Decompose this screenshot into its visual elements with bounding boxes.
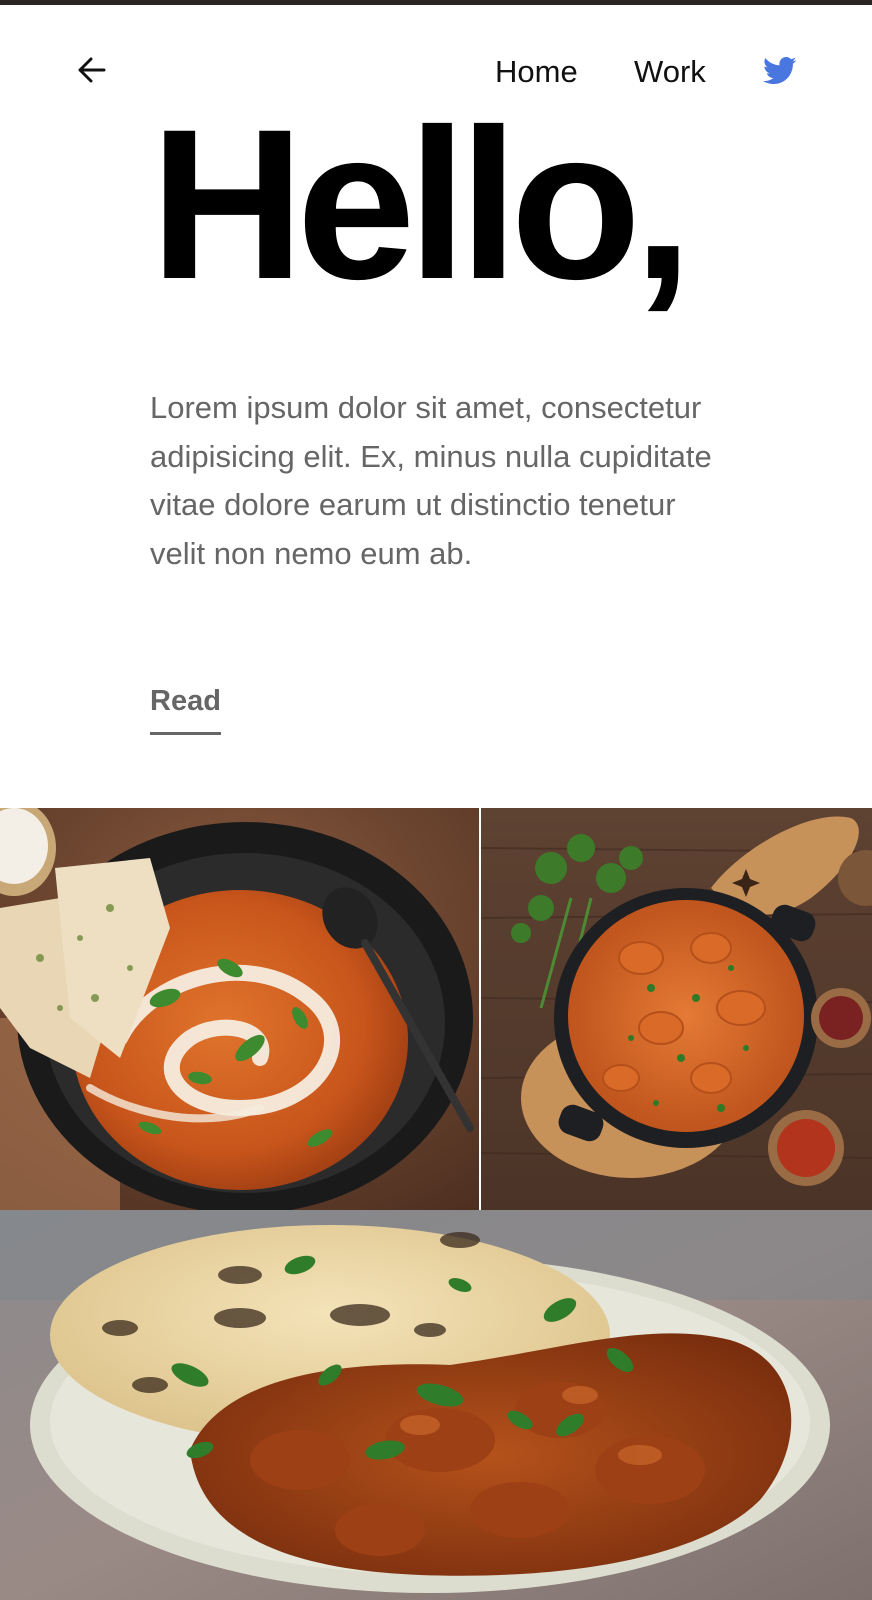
twitter-link[interactable] [763, 56, 797, 88]
gallery-image-curry-bowl [0, 808, 479, 1210]
gallery-image-curry-pot [481, 808, 872, 1210]
hero-title: Hello, [150, 85, 693, 324]
top-border [0, 0, 872, 5]
gallery-image-curry-plate [0, 1210, 872, 1600]
food-gallery [0, 808, 872, 1600]
page: Home Work Hello, Lorem ipsum dolor sit a… [0, 0, 872, 1600]
arrow-left-icon [77, 55, 107, 90]
twitter-bird-icon [763, 56, 797, 90]
hero-body-text: Lorem ipsum dolor sit amet, consectetur … [150, 390, 712, 571]
back-button[interactable] [72, 52, 112, 92]
read-link[interactable]: Read [150, 682, 221, 735]
